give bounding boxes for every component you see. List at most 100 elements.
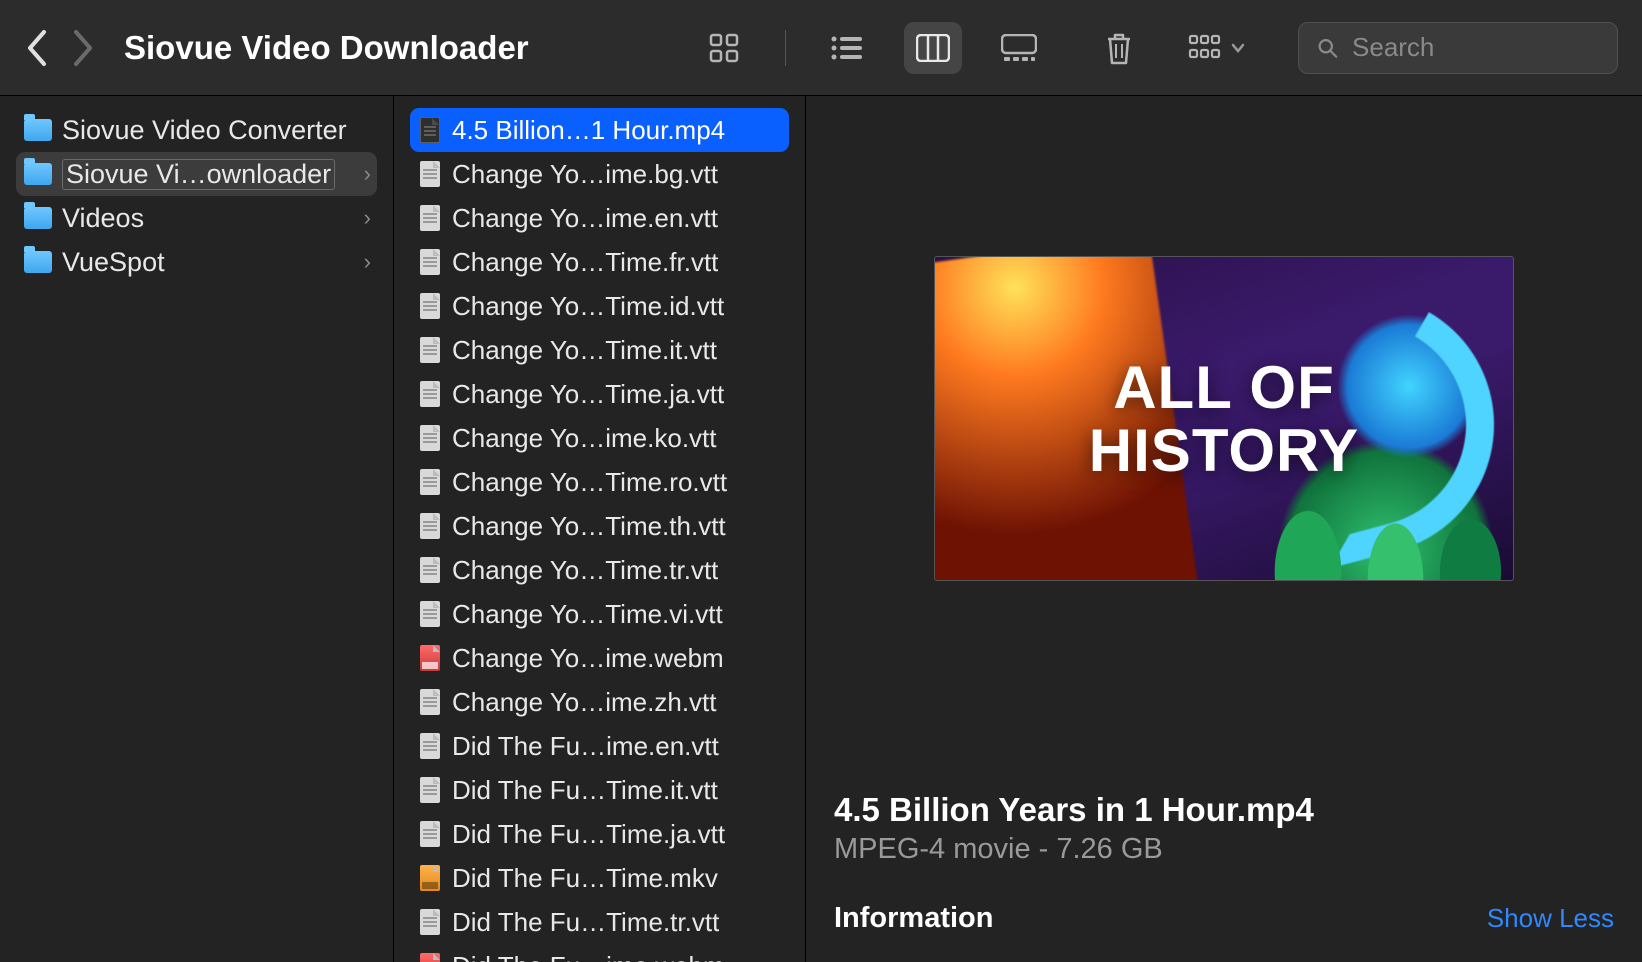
doc-file-icon (420, 381, 440, 407)
file-label: Change Yo…Time.fr.vtt (452, 247, 718, 278)
chevron-right-icon: › (364, 249, 371, 275)
file-row[interactable]: Change Yo…ime.bg.vtt (410, 152, 789, 196)
doc-file-icon (420, 161, 440, 187)
file-column: 4.5 Billion…1 Hour.mp4 Change Yo…ime.bg.v… (394, 96, 806, 962)
toolbar: Siovue Video Downloader (0, 0, 1642, 96)
file-row[interactable]: Change Yo…Time.fr.vtt (410, 240, 789, 284)
chevron-right-icon: › (364, 161, 371, 187)
doc-file-icon (420, 293, 440, 319)
file-label: Did The Fu…Time.ja.vtt (452, 819, 725, 850)
file-row[interactable]: Change Yo…Time.it.vtt (410, 328, 789, 372)
file-row[interactable]: Did The Fu…Time.it.vtt (410, 768, 789, 812)
file-label: Change Yo…ime.ko.vtt (452, 423, 717, 454)
file-label: Change Yo…Time.ro.vtt (452, 467, 727, 498)
doc-file-icon (420, 513, 440, 539)
window-title: Siovue Video Downloader (124, 29, 529, 67)
webm-file-icon (420, 645, 440, 671)
file-label: Change Yo…Time.th.vtt (452, 511, 726, 542)
chevron-down-icon (1230, 40, 1246, 56)
preview-filename: 4.5 Billion Years in 1 Hour.mp4 (834, 791, 1614, 829)
group-by-button[interactable] (1188, 33, 1246, 63)
divider (785, 30, 786, 66)
sidebar-item-label: Siovue Vi…ownloader (62, 159, 335, 190)
list-view-button[interactable] (818, 22, 876, 74)
folder-icon (24, 119, 52, 141)
sidebar-item[interactable]: Siovue Video Converter (16, 108, 377, 152)
sidebar-item-label: Siovue Video Converter (62, 115, 347, 146)
file-label: 4.5 Billion…1 Hour.mp4 (452, 115, 725, 146)
nav-forward-button[interactable] (72, 29, 96, 67)
file-label: Did The Fu…ime.en.vtt (452, 731, 719, 762)
file-label: Change Yo…ime.zh.vtt (452, 687, 717, 718)
doc-file-icon (420, 337, 440, 363)
doc-file-icon (420, 425, 440, 451)
file-row[interactable]: Change Yo…Time.th.vtt (410, 504, 789, 548)
gallery-view-button[interactable] (990, 22, 1048, 74)
video-file-icon (420, 117, 440, 143)
icon-view-button[interactable] (695, 22, 753, 74)
thumb-text-2: HISTORY (1089, 419, 1359, 482)
preview-meta: MPEG-4 movie - 7.26 GB (834, 833, 1614, 866)
doc-file-icon (420, 557, 440, 583)
file-row[interactable]: Did The Fu…Time.mkv (410, 856, 789, 900)
file-row[interactable]: Did The Fu…Time.ja.vtt (410, 812, 789, 856)
file-label: Change Yo…Time.ja.vtt (452, 379, 724, 410)
information-heading: Information (834, 902, 994, 935)
file-label: Did The Fu…ime.webm (452, 951, 725, 962)
file-row[interactable]: Change Yo…ime.webm (410, 636, 789, 680)
delete-button[interactable] (1090, 22, 1148, 74)
file-label: Change Yo…ime.en.vtt (452, 203, 718, 234)
file-label: Did The Fu…Time.tr.vtt (452, 907, 719, 938)
file-row[interactable]: Change Yo…ime.en.vtt (410, 196, 789, 240)
file-row[interactable]: Change Yo…Time.ja.vtt (410, 372, 789, 416)
search-icon (1317, 36, 1338, 60)
sidebar-item[interactable]: Videos › (16, 196, 377, 240)
sidebar-item[interactable]: Siovue Vi…ownloader › (16, 152, 377, 196)
file-label: Change Yo…Time.vi.vtt (452, 599, 723, 630)
sidebar-item-label: VueSpot (62, 247, 165, 278)
preview-thumbnail[interactable]: ALL OF HISTORY (934, 256, 1514, 581)
doc-file-icon (420, 469, 440, 495)
column-view-button[interactable] (904, 22, 962, 74)
doc-file-icon (420, 821, 440, 847)
chevron-right-icon: › (364, 205, 371, 231)
file-row[interactable]: Change Yo…ime.zh.vtt (410, 680, 789, 724)
file-row[interactable]: Change Yo…Time.id.vtt (410, 284, 789, 328)
sidebar-column: Siovue Video Converter Siovue Vi…ownloade… (0, 96, 394, 962)
view-switcher (685, 22, 1058, 74)
folder-icon (24, 163, 52, 185)
file-row[interactable]: Change Yo…Time.vi.vtt (410, 592, 789, 636)
file-row[interactable]: Change Yo…Time.tr.vtt (410, 548, 789, 592)
file-label: Did The Fu…Time.mkv (452, 863, 718, 894)
file-row[interactable]: Change Yo…Time.ro.vtt (410, 460, 789, 504)
doc-file-icon (420, 733, 440, 759)
nav-back-button[interactable] (24, 29, 48, 67)
file-row[interactable]: Did The Fu…Time.tr.vtt (410, 900, 789, 944)
file-label: Change Yo…Time.id.vtt (452, 291, 724, 322)
doc-file-icon (420, 777, 440, 803)
file-label: Change Yo…ime.bg.vtt (452, 159, 718, 190)
show-less-link[interactable]: Show Less (1487, 903, 1614, 934)
sidebar-item[interactable]: VueSpot › (16, 240, 377, 284)
preview-column: ALL OF HISTORY 4.5 Billion Years in 1 Ho… (806, 96, 1642, 962)
doc-file-icon (420, 249, 440, 275)
doc-file-icon (420, 205, 440, 231)
file-row[interactable]: 4.5 Billion…1 Hour.mp4 (410, 108, 789, 152)
file-label: Did The Fu…Time.it.vtt (452, 775, 718, 806)
doc-file-icon (420, 909, 440, 935)
doc-file-icon (420, 689, 440, 715)
file-row[interactable]: Did The Fu…ime.en.vtt (410, 724, 789, 768)
file-row[interactable]: Change Yo…ime.ko.vtt (410, 416, 789, 460)
folder-icon (24, 207, 52, 229)
search-input[interactable] (1352, 32, 1599, 63)
file-row[interactable]: Did The Fu…ime.webm (410, 944, 789, 962)
mkv-file-icon (420, 865, 440, 891)
folder-icon (24, 251, 52, 273)
file-label: Change Yo…ime.webm (452, 643, 724, 674)
file-label: Change Yo…Time.tr.vtt (452, 555, 718, 586)
search-field[interactable] (1298, 22, 1618, 74)
doc-file-icon (420, 601, 440, 627)
thumb-text-1: ALL OF (1113, 356, 1335, 419)
webm-file-icon (420, 953, 440, 962)
sidebar-item-label: Videos (62, 203, 144, 234)
